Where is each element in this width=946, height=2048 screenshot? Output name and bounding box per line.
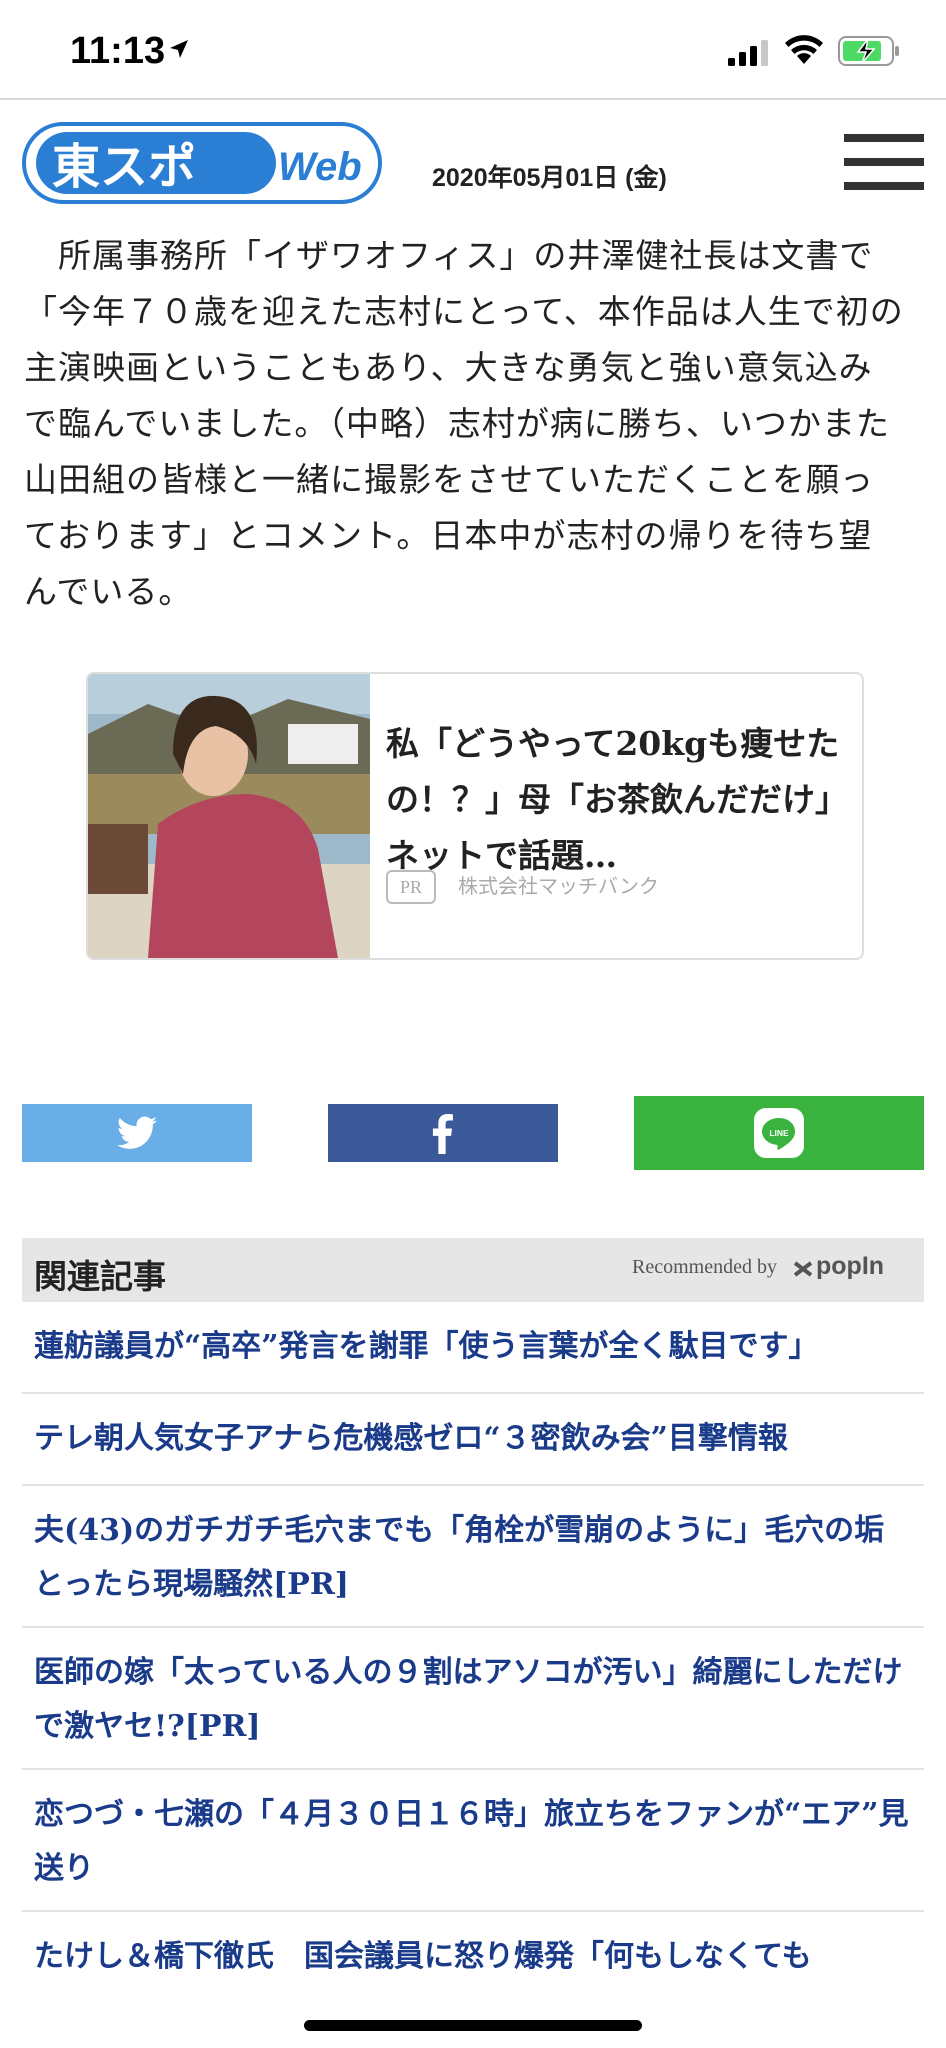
wifi-icon bbox=[785, 35, 823, 64]
related-article-link[interactable]: 蓮舫議員が“高卒”発言を謝罪「使う言葉が全く駄目です」 bbox=[22, 1302, 924, 1394]
hamburger-menu-icon[interactable] bbox=[844, 134, 924, 190]
battery-charging-icon bbox=[838, 36, 899, 66]
related-article-link[interactable]: テレ朝人気女子アナら危機感ゼロ“３密飲み会”目撃情報 bbox=[22, 1394, 924, 1486]
sponsored-ad-card[interactable]: 私「どうやって20kgも痩せたの！？」母「お茶飲んだだけ」ネットで話題… PR … bbox=[86, 672, 864, 960]
location-arrow-icon bbox=[170, 40, 188, 58]
related-article-link[interactable]: たけし＆橋下徹氏 国会議員に怒り爆発「何もしなくても bbox=[22, 1912, 924, 2004]
twitter-bird-icon bbox=[117, 1116, 157, 1149]
recommended-by-label: Recommended by bbox=[632, 1256, 777, 1278]
related-article-link[interactable]: 医師の嫁「太っている人の９割はアソコが汚い」綺麗にしただけで激ヤセ!?[PR] bbox=[22, 1628, 924, 1770]
tospo-web-logo[interactable]: 東スポ Web bbox=[22, 122, 382, 204]
article-body: 所属事務所「イザワオフィス」の井澤健社長は文書で「今年７０歳を迎えた志村にとって… bbox=[24, 236, 904, 611]
ad-headline[interactable]: 私「どうやって20kgも痩せたの！？」母「お茶飲んだだけ」ネットで話題… bbox=[386, 716, 846, 884]
status-divider bbox=[0, 98, 946, 100]
related-articles-list: 蓮舫議員が“高卒”発言を謝罪「使う言葉が全く駄目です」 テレ朝人気女子アナら危機… bbox=[22, 1302, 924, 2004]
related-heading: 関連記事 bbox=[34, 1257, 166, 1296]
popin-provider[interactable]: popIn bbox=[816, 1252, 884, 1281]
popin-logo-icon bbox=[793, 1261, 813, 1277]
status-time: 11:13 bbox=[70, 30, 166, 72]
cellular-signal-icon bbox=[728, 40, 768, 66]
home-indicator[interactable] bbox=[304, 2020, 642, 2031]
status-bar: 11:13 bbox=[0, 0, 946, 100]
ad-sponsor: 株式会社マッチバンク bbox=[458, 874, 659, 898]
line-share-button[interactable]: LINE bbox=[634, 1096, 924, 1170]
line-label: LINE bbox=[769, 1128, 789, 1138]
line-icon: LINE bbox=[754, 1108, 804, 1158]
related-article-link[interactable]: 夫(43)のガチガチ毛穴までも「角栓が雪崩のように」毛穴の垢とったら現場騒然[P… bbox=[22, 1486, 924, 1628]
related-article-link[interactable]: 恋つづ・七瀬の「４月３０日１６時」旅立ちをファンが“エア”見送り bbox=[22, 1770, 924, 1912]
ad-photo bbox=[88, 674, 370, 958]
twitter-share-button[interactable] bbox=[22, 1104, 252, 1162]
facebook-share-button[interactable] bbox=[328, 1104, 558, 1162]
logo-main-text: 東スポ bbox=[52, 139, 196, 195]
related-articles-header: 関連記事 Recommended by popIn bbox=[22, 1238, 924, 1302]
pr-badge: PR bbox=[386, 870, 436, 904]
header-date: 2020年05月01日 (金) bbox=[432, 164, 667, 192]
facebook-f-icon bbox=[432, 1114, 453, 1154]
logo-sub-text: Web bbox=[278, 145, 362, 189]
